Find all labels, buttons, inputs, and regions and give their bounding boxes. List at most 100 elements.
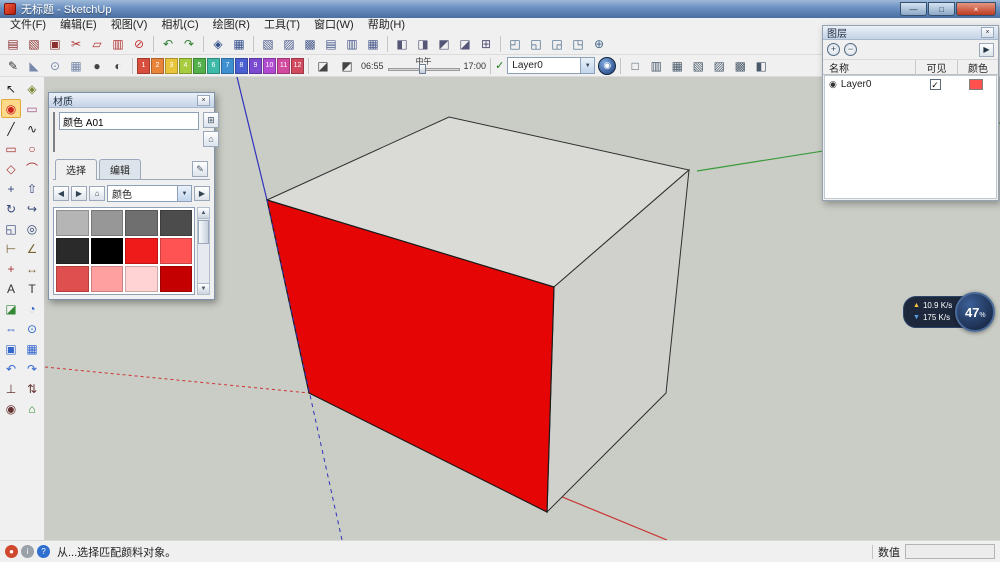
eyedropper-button[interactable]: ✎ [192,161,208,177]
material-swatch-3[interactable] [125,210,158,236]
view-next-icon[interactable]: ↷ [22,359,42,378]
back-button[interactable]: ◀ [53,186,69,201]
zoom-window-icon[interactable]: ▣ [1,339,21,358]
make-group-icon[interactable]: ▦ [229,34,249,53]
view-previous-icon[interactable]: ↶ [1,359,21,378]
scroll-down-icon[interactable]: ▼ [198,283,209,294]
make-component-icon[interactable]: ◈ [208,34,228,53]
wireframe-icon[interactable]: ▦ [667,56,687,75]
save-icon[interactable]: ▣ [45,34,65,53]
undo-icon[interactable]: ↶ [158,34,178,53]
material-swatch-10[interactable] [91,266,124,292]
extrude-faces-icon[interactable]: ▨ [279,34,299,53]
percent-badge[interactable]: 47 % [955,292,995,332]
vector-push-pull-icon[interactable]: ▤ [321,34,341,53]
erase-all-icon[interactable]: ⊘ [129,34,149,53]
material-swatch-8[interactable] [160,238,193,264]
zoom-all-icon[interactable]: ⊕ [589,34,609,53]
move-face-icon[interactable]: ▦ [363,34,383,53]
arc-icon[interactable]: ⌒ [22,159,42,178]
view-front-icon[interactable]: ◲ [547,34,567,53]
materials-dialog-titlebar[interactable]: 材质 × [49,93,214,108]
maximize-button[interactable]: □ [928,2,955,16]
open-icon[interactable]: ▧ [24,34,44,53]
eraser-icon[interactable]: ▭ [22,99,42,118]
palette-cell-7[interactable]: 7 [221,58,234,74]
layer-row[interactable]: ◉Layer0✓ [825,76,996,93]
sphere-hidden-icon[interactable]: ◐ [108,56,128,75]
paint-bucket-icon[interactable]: ◉ [1,99,21,118]
new-icon[interactable]: ▤ [3,34,23,53]
solid-subtract-icon[interactable]: ◨ [413,34,433,53]
material-swatch-7[interactable] [125,238,158,264]
layers-close-button[interactable]: × [981,27,994,38]
scrollbar-thumb[interactable] [198,220,209,244]
normal-push-pull-icon[interactable]: ▥ [342,34,362,53]
monochrome-icon[interactable]: ◧ [751,56,771,75]
move-icon[interactable]: + [1,179,21,198]
style-pencil-icon[interactable]: ✎ [3,56,23,75]
push-pull-icon[interactable]: ⇧ [22,179,42,198]
material-swatch-5[interactable] [56,238,89,264]
style-texture-icon[interactable]: ▦ [66,56,86,75]
default-material-button[interactable]: ⌂ [203,131,219,147]
menu-window[interactable]: 窗口(W) [307,18,361,33]
column-name[interactable]: 名称 [823,60,916,75]
style-fill-icon[interactable]: ◣ [24,56,44,75]
materials-close-button[interactable]: × [197,95,210,106]
menu-file[interactable]: 文件(F) [3,18,53,33]
polygon-icon[interactable]: ◇ [1,159,21,178]
rectangle-icon[interactable]: ▭ [1,139,21,158]
view-iso-icon[interactable]: ◰ [505,34,525,53]
layer-dropdown[interactable]: Layer0 ▼ [507,57,595,74]
scale-icon[interactable]: ◱ [1,219,21,238]
create-material-button[interactable]: ⊞ [203,112,219,128]
menu-tools[interactable]: 工具(T) [257,18,307,33]
chevron-down-icon[interactable]: ▼ [580,58,594,73]
measurement-input[interactable] [905,544,995,559]
palette-cell-11[interactable]: 11 [277,58,290,74]
menu-help[interactable]: 帮助(H) [361,18,412,33]
palette-cell-3[interactable]: 3 [165,58,178,74]
layer-radio-icon[interactable]: ◉ [829,79,837,90]
position-camera-icon[interactable]: ⊥ [1,379,21,398]
axes-icon[interactable]: + [1,259,21,278]
scroll-up-icon[interactable]: ▲ [198,208,209,219]
material-swatch-4[interactable] [160,210,193,236]
shaded-textures-icon[interactable]: ▩ [730,56,750,75]
tab-select[interactable]: 选择 [55,159,97,180]
back-edges-icon[interactable]: ▥ [646,56,666,75]
look-around-icon[interactable]: ◉ [1,399,21,418]
info-icon[interactable]: i [21,545,34,558]
chevron-down-icon[interactable]: ▼ [177,186,191,201]
shaded-icon[interactable]: ▨ [709,56,729,75]
section-plane-icon[interactable]: ◪ [1,299,21,318]
paste-icon[interactable]: ▥ [108,34,128,53]
material-swatch-11[interactable] [125,266,158,292]
palette-cell-1[interactable]: 1 [137,58,150,74]
make-component-tool-icon[interactable]: ◈ [22,79,42,98]
solid-union-icon[interactable]: ◧ [392,34,412,53]
solid-outer-shell-icon[interactable]: ⊞ [476,34,496,53]
layer-visible-checkbox[interactable]: ✓ [930,79,941,90]
circle-icon[interactable]: ○ [22,139,42,158]
column-visible[interactable]: 可见 [916,60,958,75]
sample-paint-button[interactable]: ▶ [194,186,210,201]
swatch-scrollbar[interactable]: ▲ ▼ [197,207,210,295]
palette-cell-5[interactable]: 5 [193,58,206,74]
palette-cell-12[interactable]: 12 [291,58,304,74]
remove-layer-button[interactable]: − [844,43,857,56]
license-icon[interactable]: ● [5,545,18,558]
offset-icon[interactable]: ◎ [22,219,42,238]
freehand-icon[interactable]: ∿ [22,119,42,138]
close-button[interactable]: × [956,2,996,16]
x-ray-icon[interactable]: □ [625,56,645,75]
material-swatch-9[interactable] [56,266,89,292]
menu-camera[interactable]: 相机(C) [154,18,205,33]
walk-icon[interactable]: ⇅ [22,379,42,398]
solid-trim-icon[interactable]: ◩ [434,34,454,53]
menu-edit[interactable]: 编辑(E) [53,18,104,33]
cut-icon[interactable]: ✂ [66,34,86,53]
menu-draw[interactable]: 绘图(R) [206,18,257,33]
layers-panel-titlebar[interactable]: 图层 × [823,26,998,40]
